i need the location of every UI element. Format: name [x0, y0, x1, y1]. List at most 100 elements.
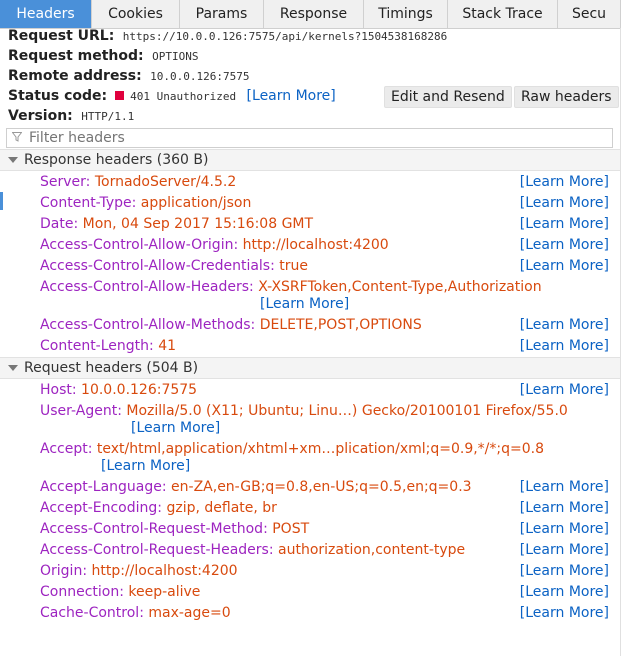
tab-security[interactable]: Secu — [558, 0, 621, 28]
tab-timings[interactable]: Timings — [364, 0, 448, 28]
header-value[interactable]: en-ZA,en-GB;q=0.8,en-US;q=0.5,en;q=0.3 — [171, 479, 472, 495]
header-name: Access-Control-Allow-Origin: — [40, 237, 239, 253]
header-value[interactable]: Mozilla/5.0 (X11; Ubuntu; Linu…) Gecko/2… — [126, 403, 567, 419]
header-name: Access-Control-Allow-Headers: — [40, 279, 254, 295]
filter-headers-box — [6, 128, 613, 148]
edit-and-resend-button[interactable]: Edit and Resend — [384, 86, 512, 108]
header-value[interactable]: authorization,content-type — [278, 542, 465, 558]
response-header-row: Access-Control-Allow-Credentials: true — [40, 256, 308, 276]
learn-more-link[interactable]: [Learn More] — [520, 214, 609, 234]
header-value[interactable]: application/json — [141, 195, 252, 211]
learn-more-link[interactable]: [Learn More] — [131, 418, 220, 438]
request-header-row: Accept-Encoding: gzip, deflate, br — [40, 498, 277, 518]
request-header-row: Access-Control-Request-Method: POST — [40, 519, 309, 539]
raw-headers-button[interactable]: Raw headers — [514, 86, 619, 108]
header-value[interactable]: http://localhost:4200 — [91, 563, 237, 579]
header-value[interactable]: gzip, deflate, br — [166, 500, 276, 516]
tab-response[interactable]: Response — [264, 0, 364, 28]
remote-address-label: Remote address: — [8, 68, 142, 84]
filter-icon — [12, 132, 22, 142]
header-name: Accept: — [40, 441, 93, 457]
response-header-row: Content-Length: 41 — [40, 336, 176, 356]
expand-triangle-icon — [8, 365, 18, 371]
header-value[interactable]: max-age=0 — [148, 605, 230, 621]
learn-more-link[interactable]: [Learn More] — [101, 456, 190, 476]
header-value[interactable]: TornadoServer/4.5.2 — [95, 174, 236, 190]
header-name: Access-Control-Allow-Credentials: — [40, 258, 275, 274]
request-header-row: Host: 10.0.0.126:7575 — [40, 380, 197, 400]
tab-headers[interactable]: Headers — [0, 0, 92, 28]
learn-more-link[interactable]: [Learn More] — [520, 561, 609, 581]
learn-more-link[interactable]: [Learn More] — [520, 519, 609, 539]
learn-more-link[interactable]: [Learn More] — [520, 603, 609, 623]
tab-cookies[interactable]: Cookies — [92, 0, 180, 28]
header-name: Date: — [40, 216, 79, 232]
response-headers-title: Response headers (360 B) — [24, 152, 209, 168]
header-value[interactable]: DELETE,POST,OPTIONS — [260, 317, 422, 333]
response-header-row: Server: TornadoServer/4.5.2 — [40, 172, 236, 192]
header-name: Server: — [40, 174, 91, 190]
remote-address-value: 10.0.0.126:7575 — [150, 70, 250, 83]
version-row: Version: HTTP/1.1 — [8, 106, 134, 126]
version-value: HTTP/1.1 — [81, 110, 135, 123]
version-label: Version: — [8, 108, 73, 124]
request-header-row: Connection: keep-alive — [40, 582, 200, 602]
learn-more-link[interactable]: [Learn More] — [520, 256, 609, 276]
request-headers-section-toggle[interactable]: Request headers (504 B) — [0, 357, 621, 379]
request-method-value: OPTIONS — [152, 50, 199, 63]
response-header-row: Content-Type: application/json — [40, 193, 251, 213]
status-code-row: Status code: 401 Unauthorized [Learn More… — [8, 86, 336, 106]
request-header-row: Origin: http://localhost:4200 — [40, 561, 238, 581]
header-value[interactable]: X-XSRFToken,Content-Type,Authorization — [258, 279, 541, 295]
header-value[interactable]: http://localhost:4200 — [243, 237, 389, 253]
status-code-label: Status code: — [8, 88, 108, 104]
header-name: Accept-Encoding: — [40, 500, 163, 516]
learn-more-link[interactable]: [Learn More] — [520, 498, 609, 518]
learn-more-link[interactable]: [Learn More] — [520, 477, 609, 497]
request-method-row: Request method: OPTIONS — [8, 46, 198, 66]
tab-bar: Headers Cookies Params Response Timings … — [0, 0, 621, 29]
header-value[interactable]: keep-alive — [128, 584, 200, 600]
header-value[interactable]: POST — [272, 521, 309, 537]
request-method-label: Request method: — [8, 48, 144, 64]
header-name: Cache-Control: — [40, 605, 144, 621]
request-url-label: Request URL: — [8, 28, 115, 44]
header-name: Content-Type: — [40, 195, 137, 211]
learn-more-link[interactable]: [Learn More] — [520, 582, 609, 602]
header-value[interactable]: 41 — [158, 338, 176, 354]
learn-more-link[interactable]: [Learn More] — [520, 380, 609, 400]
header-value[interactable]: 10.0.0.126:7575 — [81, 382, 197, 398]
header-name: User-Agent: — [40, 403, 122, 419]
tab-stack-trace[interactable]: Stack Trace — [448, 0, 558, 28]
header-name: Connection: — [40, 584, 124, 600]
status-learn-more-link[interactable]: [Learn More] — [247, 88, 336, 104]
request-url-row: Request URL: https://10.0.0.126:7575/api… — [8, 26, 447, 46]
selected-row-marker — [0, 192, 3, 210]
response-header-row: Access-Control-Allow-Origin: http://loca… — [40, 235, 389, 255]
request-header-row: User-Agent: Mozilla/5.0 (X11; Ubuntu; Li… — [40, 401, 568, 421]
header-name: Access-Control-Request-Headers: — [40, 542, 274, 558]
header-value[interactable]: true — [279, 258, 308, 274]
filter-headers-input[interactable] — [29, 129, 589, 147]
tab-params[interactable]: Params — [180, 0, 264, 28]
header-name: Access-Control-Allow-Methods: — [40, 317, 256, 333]
status-indicator-icon — [115, 90, 125, 100]
learn-more-link[interactable]: [Learn More] — [260, 294, 349, 314]
header-name: Access-Control-Request-Method: — [40, 521, 268, 537]
response-headers-section-toggle[interactable]: Response headers (360 B) — [0, 149, 621, 171]
response-header-row: Access-Control-Allow-Methods: DELETE,POS… — [40, 315, 422, 335]
request-header-row: Access-Control-Request-Headers: authoriz… — [40, 540, 465, 560]
learn-more-link[interactable]: [Learn More] — [520, 172, 609, 192]
request-url-value[interactable]: https://10.0.0.126:7575/api/kernels?1504… — [123, 30, 448, 43]
header-name: Accept-Language: — [40, 479, 167, 495]
header-name: Host: — [40, 382, 77, 398]
learn-more-link[interactable]: [Learn More] — [520, 336, 609, 356]
header-value[interactable]: text/html,application/xhtml+xm…plication… — [97, 441, 544, 457]
learn-more-link[interactable]: [Learn More] — [520, 193, 609, 213]
response-header-row: Date: Mon, 04 Sep 2017 15:16:08 GMT — [40, 214, 313, 234]
header-name: Content-Length: — [40, 338, 154, 354]
learn-more-link[interactable]: [Learn More] — [520, 540, 609, 560]
learn-more-link[interactable]: [Learn More] — [520, 315, 609, 335]
header-value[interactable]: Mon, 04 Sep 2017 15:16:08 GMT — [83, 216, 313, 232]
learn-more-link[interactable]: [Learn More] — [520, 235, 609, 255]
